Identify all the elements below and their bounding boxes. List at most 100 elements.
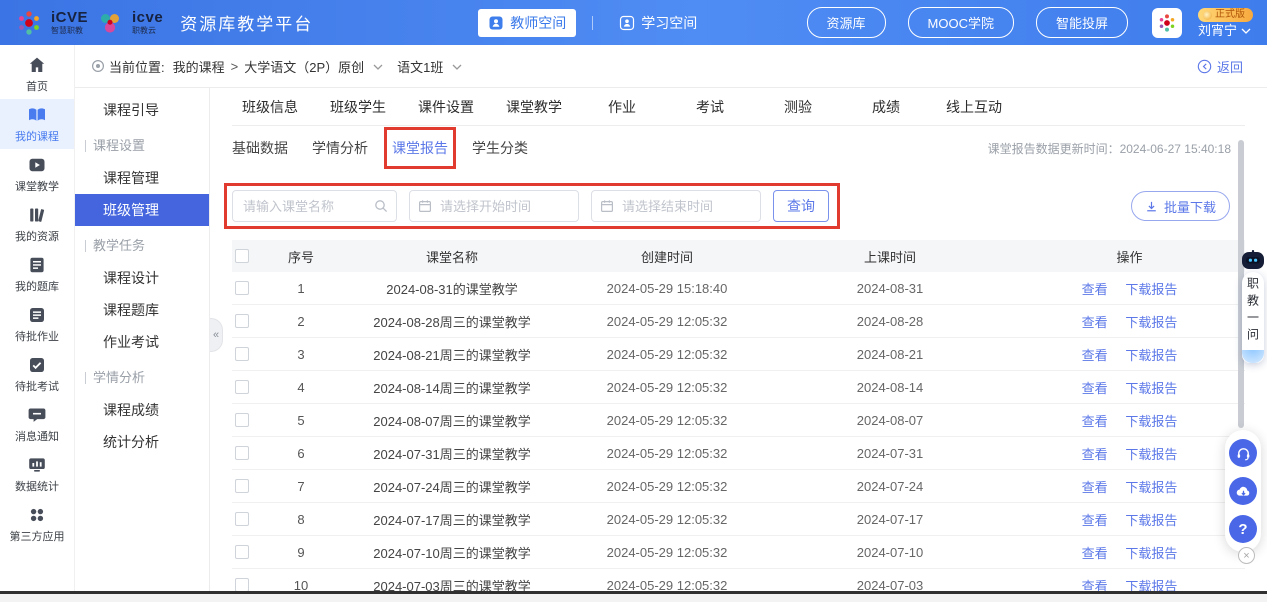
search-icon <box>374 199 388 213</box>
header-pill-button[interactable]: MOOC学院 <box>908 7 1014 38</box>
class-name-search-input[interactable] <box>232 190 397 222</box>
course-menu-item: 课程设置 <box>75 130 209 162</box>
location-icon <box>91 59 105 73</box>
download-report-link[interactable]: 下载报告 <box>1125 546 1177 561</box>
view-link[interactable]: 查看 <box>1082 315 1108 330</box>
sidebar-item-data-statistics[interactable]: 数据统计 <box>0 449 74 499</box>
tab-item[interactable]: 测验 <box>770 97 826 117</box>
customer-service-button[interactable] <box>1229 439 1257 467</box>
user-menu[interactable]: 正式版 刘宵宁 <box>1198 8 1253 37</box>
tab-item[interactable]: 线上互动 <box>946 97 1002 117</box>
sidebar-item-pending-exams[interactable]: 待批考试 <box>0 349 74 399</box>
tab-item[interactable]: 班级学生 <box>330 97 386 117</box>
course-menu-item[interactable]: 课程题库 <box>75 294 209 326</box>
calendar-icon <box>600 199 614 213</box>
sidebar-item-classroom-teaching[interactable]: 课堂教学 <box>0 149 74 199</box>
sidebar-item-home[interactable]: 首页 <box>0 49 74 99</box>
header-pill-button[interactable]: 资源库 <box>807 7 886 38</box>
sidebar-item-my-question-bank[interactable]: 我的题库 <box>0 249 74 299</box>
view-link[interactable]: 查看 <box>1082 348 1108 363</box>
tab-item[interactable]: 班级信息 <box>242 97 298 117</box>
row-checkbox[interactable] <box>235 578 249 591</box>
course-menu-item[interactable]: 课程管理 <box>75 162 209 194</box>
start-date-input[interactable] <box>409 190 579 222</box>
row-checkbox[interactable] <box>235 479 249 493</box>
view-link[interactable]: 查看 <box>1082 414 1108 429</box>
close-icon: × <box>1243 550 1249 562</box>
course-menu-item[interactable]: 课程成绩 <box>75 394 209 426</box>
download-report-link[interactable]: 下载报告 <box>1125 447 1177 462</box>
subtab-item[interactable]: 学情分析 <box>312 138 368 158</box>
close-toolbar-button[interactable]: × <box>1238 547 1255 564</box>
bookshelf-icon <box>27 205 47 225</box>
row-checkbox[interactable] <box>235 281 249 295</box>
row-checkbox[interactable] <box>235 314 249 328</box>
batch-download-button[interactable]: 批量下载 <box>1131 191 1230 221</box>
row-created-time: 2024-05-29 12:05:32 <box>568 512 766 527</box>
breadcrumb-course-dropdown[interactable]: 大学语文（2P）原创 <box>244 57 364 76</box>
tab-item[interactable]: 考试 <box>682 97 738 117</box>
tab-item[interactable]: 课件设置 <box>418 97 474 117</box>
download-report-link[interactable]: 下载报告 <box>1125 348 1177 363</box>
row-created-time: 2024-05-29 12:05:32 <box>568 446 766 461</box>
query-button[interactable]: 查询 <box>773 190 829 222</box>
student-space-button[interactable]: 学习空间 <box>609 9 707 37</box>
select-all-checkbox[interactable] <box>235 249 249 263</box>
download-report-link[interactable]: 下载报告 <box>1125 513 1177 528</box>
download-report-link[interactable]: 下载报告 <box>1125 381 1177 396</box>
chevron-down-icon[interactable] <box>373 64 383 70</box>
sidebar-item-my-courses[interactable]: 我的课程 <box>0 99 74 149</box>
view-link[interactable]: 查看 <box>1082 447 1108 462</box>
sidebar-item-messages[interactable]: 消息通知 <box>0 399 74 449</box>
view-link[interactable]: 查看 <box>1082 579 1108 592</box>
view-link[interactable]: 查看 <box>1082 480 1108 495</box>
view-link[interactable]: 查看 <box>1082 546 1108 561</box>
row-checkbox[interactable] <box>235 545 249 559</box>
assistant-widget[interactable]: 职教一问 <box>1240 250 1266 363</box>
back-button[interactable]: 返回 <box>1197 57 1243 76</box>
sidebar-item-third-party-apps[interactable]: 第三方应用 <box>0 499 74 549</box>
header-pill-button[interactable]: 智能投屏 <box>1036 7 1128 38</box>
sidebar-item-my-resources[interactable]: 我的资源 <box>0 199 74 249</box>
row-checkbox[interactable] <box>235 446 249 460</box>
course-menu-item[interactable]: 课程引导 <box>75 94 209 126</box>
download-report-link[interactable]: 下载报告 <box>1125 282 1177 297</box>
download-report-link[interactable]: 下载报告 <box>1125 414 1177 429</box>
breadcrumb-root[interactable]: 我的课程 <box>173 57 225 76</box>
end-date-input[interactable] <box>591 190 761 222</box>
download-report-link[interactable]: 下载报告 <box>1125 480 1177 495</box>
course-menu-item[interactable]: 作业考试 <box>75 326 209 358</box>
help-button[interactable]: ? <box>1229 515 1257 543</box>
view-link[interactable]: 查看 <box>1082 381 1108 396</box>
report-update-time: 课堂报告数据更新时间：2024-06-27 15:40:18 <box>988 140 1245 157</box>
course-menu-item[interactable]: 统计分析 <box>75 426 209 458</box>
row-checkbox[interactable] <box>235 380 249 394</box>
breadcrumb-class-dropdown[interactable]: 语文1班 <box>397 57 443 76</box>
subtab-item[interactable]: 基础数据 <box>232 138 288 158</box>
download-report-link[interactable]: 下载报告 <box>1125 579 1177 592</box>
row-index: 6 <box>266 446 336 461</box>
chevron-down-icon[interactable] <box>452 64 462 70</box>
tab-item[interactable]: 课堂教学 <box>506 97 562 117</box>
download-center-button[interactable] <box>1229 477 1257 505</box>
table-body: 1 2024-08-31的课堂教学 2024-05-29 15:18:40 20… <box>232 272 1245 591</box>
row-checkbox[interactable] <box>235 347 249 361</box>
sidebar-item-pending-homework[interactable]: 待批作业 <box>0 299 74 349</box>
cloud-download-icon <box>1235 483 1252 500</box>
tab-item[interactable]: 作业 <box>594 97 650 117</box>
row-checkbox[interactable] <box>235 413 249 427</box>
download-report-link[interactable]: 下载报告 <box>1125 315 1177 330</box>
row-checkbox[interactable] <box>235 512 249 526</box>
exam-check-icon <box>27 355 47 375</box>
tab-item[interactable]: 成绩 <box>858 97 914 117</box>
user-avatar[interactable] <box>1152 8 1182 38</box>
teacher-space-button[interactable]: 教师空间 <box>478 9 576 37</box>
breadcrumb-prefix: 当前位置: <box>109 57 165 76</box>
subtab-item[interactable]: 课堂报告 <box>392 138 448 158</box>
course-menu-item[interactable]: 课程设计 <box>75 262 209 294</box>
subtab-item[interactable]: 学生分类 <box>472 138 528 158</box>
view-link[interactable]: 查看 <box>1082 513 1108 528</box>
course-menu-item[interactable]: 班级管理 <box>75 194 209 226</box>
view-link[interactable]: 查看 <box>1082 282 1108 297</box>
username: 刘宵宁 <box>1198 24 1237 37</box>
